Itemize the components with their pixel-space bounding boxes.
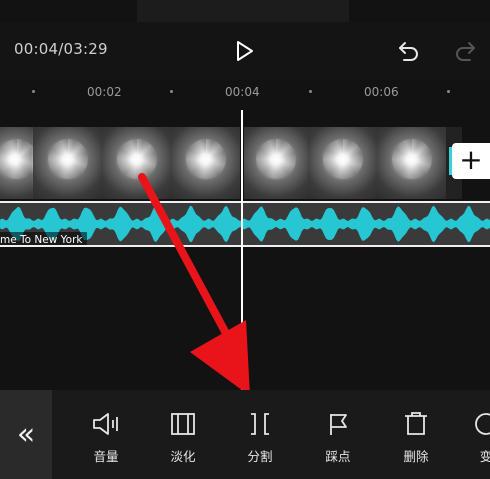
video-frame [244, 127, 308, 199]
tool-delete[interactable]: 删除 [386, 390, 446, 479]
play-button[interactable] [231, 38, 257, 64]
ruler-tick [32, 90, 35, 93]
video-frame [0, 127, 33, 199]
video-frame [33, 127, 102, 199]
split-icon [251, 413, 269, 435]
timecode: 00:04/03:29 [14, 40, 108, 58]
time-ruler[interactable]: 00:02 00:04 00:06 [0, 80, 490, 110]
video-frame [377, 127, 446, 199]
tool-label: 淡化 [170, 449, 196, 464]
delete-icon [405, 412, 427, 435]
tool-label: 音量 [93, 449, 119, 464]
tool-split[interactable]: 分割 [230, 390, 290, 479]
ruler-tick [309, 90, 312, 93]
tool-fade[interactable]: 淡化 [153, 390, 213, 479]
video-frame [308, 127, 377, 199]
double-chevron-left-icon: « [16, 417, 36, 452]
redo-icon [456, 42, 475, 61]
tool-speed[interactable]: 变 [462, 390, 490, 479]
volume-icon [93, 413, 118, 435]
audio-track[interactable]: me To New York [0, 201, 490, 247]
add-clip-button[interactable]: + [449, 143, 490, 179]
playback-bar: 00:04/03:29 [0, 22, 490, 80]
ruler-label: 00:02 [87, 85, 122, 99]
ruler-tick [170, 90, 173, 93]
audio-clip-title: me To New York [0, 232, 87, 245]
play-icon [237, 41, 253, 61]
video-frame [171, 127, 240, 199]
tool-label: 变 [479, 449, 490, 464]
video-frame [102, 127, 171, 199]
tool-label: 分割 [247, 449, 273, 464]
tool-beat[interactable]: 踩点 [308, 390, 368, 479]
tool-label: 踩点 [325, 449, 351, 464]
fade-icon [171, 413, 195, 435]
beat-flag-icon [330, 414, 347, 435]
ruler-label: 00:04 [225, 85, 260, 99]
edit-toolbar: « 音量 淡化 分割 踩点 删除 变 [0, 390, 490, 479]
undo-button[interactable] [396, 38, 422, 64]
speed-icon [475, 413, 490, 435]
undo-icon [399, 42, 418, 61]
tool-label: 删除 [403, 449, 429, 464]
redo-button[interactable] [452, 38, 478, 64]
ruler-label: 00:06 [364, 85, 399, 99]
playhead[interactable] [241, 110, 243, 390]
video-preview-bottom [137, 0, 349, 22]
tool-volume[interactable]: 音量 [76, 390, 136, 479]
video-track[interactable] [0, 127, 462, 199]
collapse-button[interactable]: « [0, 390, 52, 479]
ruler-tick [447, 90, 450, 93]
